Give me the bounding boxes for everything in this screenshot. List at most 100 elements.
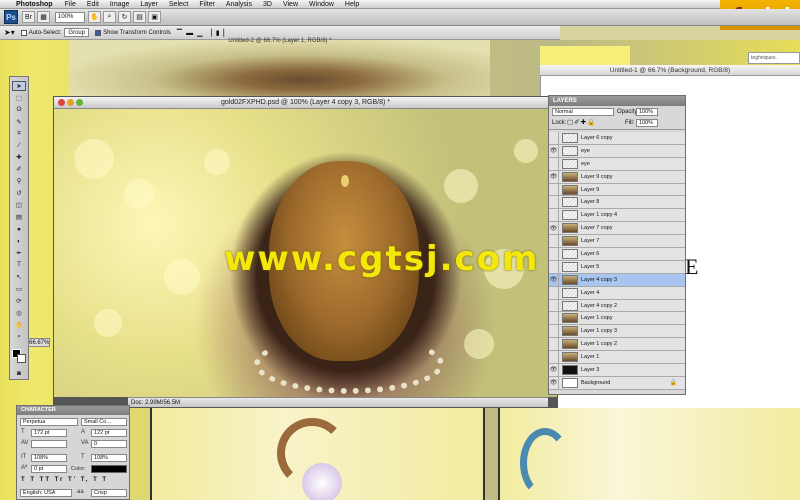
layer-thumbnail[interactable]: [562, 171, 578, 182]
minimize-window-icon[interactable]: [67, 99, 74, 106]
character-panel-tab[interactable]: CHARACTER: [17, 406, 129, 415]
bottom-document-canvas[interactable]: [150, 408, 485, 500]
gradient-tool-icon[interactable]: ▤: [12, 212, 26, 222]
horizontal-scale-field[interactable]: 108%: [91, 454, 127, 462]
layer-row[interactable]: Layer 9: [549, 183, 685, 197]
layer-visibility-eye-icon[interactable]: [549, 286, 559, 299]
layer-row[interactable]: Layer 1 copy 2: [549, 338, 685, 352]
menu-analysis[interactable]: Analysis: [226, 1, 252, 8]
layers-panel-tab[interactable]: LAYERS: [549, 96, 685, 106]
main-document-canvas[interactable]: www.cgtsj.com: [54, 109, 557, 397]
background-color-swatch[interactable]: [17, 353, 26, 363]
leading-field[interactable]: 122 pt: [91, 429, 127, 437]
layer-visibility-eye-icon[interactable]: [549, 235, 559, 248]
blend-mode-select[interactable]: Normal: [552, 108, 614, 116]
zoom-tool-icon[interactable]: ⌕: [103, 11, 116, 23]
layer-visibility-eye-icon[interactable]: 👁: [549, 222, 559, 235]
menu-window[interactable]: Window: [309, 1, 334, 8]
layer-thumbnail[interactable]: [562, 223, 578, 234]
menu-filter[interactable]: Filter: [199, 1, 215, 8]
auto-select-target-select[interactable]: Group: [64, 28, 90, 37]
layer-thumbnail[interactable]: [562, 236, 578, 247]
layer-visibility-eye-icon[interactable]: [549, 209, 559, 222]
language-select[interactable]: English: USA: [20, 489, 72, 497]
arrange-documents-icon[interactable]: ▤: [133, 11, 146, 23]
view-extras-icon[interactable]: ▦: [37, 11, 50, 23]
align-buttons-icon[interactable]: ▔ ▬ ▁ ▕ ▮ ▏: [177, 29, 230, 37]
move-tool-icon[interactable]: ➤: [12, 81, 26, 91]
crop-tool-icon[interactable]: ⌗: [12, 129, 26, 139]
layer-visibility-eye-icon[interactable]: [549, 247, 559, 260]
eraser-tool-icon[interactable]: ◫: [12, 200, 26, 210]
layer-thumbnail[interactable]: [562, 145, 578, 156]
layer-thumbnail[interactable]: [562, 197, 578, 208]
screen-mode-icon[interactable]: ▣: [148, 11, 161, 23]
layer-row[interactable]: Layer 4 copy 2: [549, 299, 685, 313]
lock-icons[interactable]: ▢✐✚🔒: [567, 118, 596, 126]
layer-row[interactable]: 👁 Background 🔒: [549, 376, 685, 390]
document-status-bar[interactable]: Doc: 2.99M/56.5M: [128, 397, 548, 407]
layer-thumbnail[interactable]: [562, 313, 578, 324]
layer-thumbnail[interactable]: [562, 274, 578, 285]
layer-row[interactable]: Layer 1 copy 3: [549, 325, 685, 339]
bottom-document-canvas-2[interactable]: [498, 408, 800, 500]
menu-layer[interactable]: Layer: [140, 1, 158, 8]
layer-thumbnail[interactable]: [562, 158, 578, 169]
layer-thumbnail[interactable]: [562, 261, 578, 272]
layer-thumbnail[interactable]: [562, 132, 578, 143]
dodge-tool-icon[interactable]: ◐: [12, 236, 26, 246]
app-menu[interactable]: Photoshop: [16, 1, 53, 8]
antialias-select[interactable]: Crisp: [91, 489, 127, 497]
close-window-icon[interactable]: [58, 99, 65, 106]
layer-row[interactable]: Layer 8: [549, 196, 685, 210]
layer-visibility-eye-icon[interactable]: 👁: [549, 273, 559, 286]
zoom-tool-box-icon[interactable]: ⌕: [12, 332, 26, 342]
font-style-select[interactable]: Small Co...: [81, 418, 127, 426]
kerning-field[interactable]: [31, 440, 67, 448]
layer-row[interactable]: Layer 5: [549, 260, 685, 274]
zoom-select[interactable]: 100%: [55, 11, 85, 23]
menu-help[interactable]: Help: [345, 1, 359, 8]
rotate-view-icon[interactable]: ↻: [118, 11, 131, 23]
history-brush-tool-icon[interactable]: ↺: [12, 188, 26, 198]
layer-row[interactable]: 👁 Layer 4 copy 3: [549, 273, 685, 287]
layer-thumbnail[interactable]: [562, 184, 578, 195]
layer-thumbnail[interactable]: [562, 287, 578, 298]
zoom-window-icon[interactable]: [76, 99, 83, 106]
healing-brush-tool-icon[interactable]: ✚: [12, 152, 26, 162]
zoom-readout[interactable]: 66.67%: [28, 338, 50, 347]
quick-select-tool-icon[interactable]: ✎: [12, 117, 26, 127]
3d-rotate-tool-icon[interactable]: ⟳: [12, 296, 26, 306]
blur-tool-icon[interactable]: ●: [12, 224, 26, 234]
layer-row[interactable]: Layer 1 copy 4: [549, 209, 685, 223]
menu-edit[interactable]: Edit: [87, 1, 99, 8]
menu-3d[interactable]: 3D: [263, 1, 272, 8]
layer-row[interactable]: eye: [549, 157, 685, 171]
vertical-scale-field[interactable]: 108%: [31, 454, 67, 462]
path-selection-tool-icon[interactable]: ↖: [12, 272, 26, 282]
layer-thumbnail[interactable]: [562, 339, 578, 350]
clone-stamp-tool-icon[interactable]: ⚲: [12, 176, 26, 186]
layer-visibility-eye-icon[interactable]: 👁: [549, 144, 559, 157]
tracking-field[interactable]: 0: [91, 440, 127, 448]
move-tool-preset-icon[interactable]: ➤▾: [4, 28, 15, 37]
layer-thumbnail[interactable]: [562, 326, 578, 337]
layer-thumbnail[interactable]: [562, 300, 578, 311]
marquee-tool-icon[interactable]: ⬚: [12, 93, 26, 103]
layer-visibility-eye-icon[interactable]: [549, 312, 559, 325]
layer-visibility-eye-icon[interactable]: [549, 131, 559, 144]
layer-thumbnail[interactable]: [562, 248, 578, 259]
layer-visibility-eye-icon[interactable]: 👁: [549, 170, 559, 183]
layer-thumbnail[interactable]: [562, 364, 578, 375]
layer-visibility-eye-icon[interactable]: [549, 325, 559, 338]
hand-tool-box-icon[interactable]: ✋: [12, 320, 26, 330]
layer-visibility-eye-icon[interactable]: [549, 196, 559, 209]
menu-image[interactable]: Image: [110, 1, 129, 8]
text-color-swatch[interactable]: [91, 465, 127, 473]
right-document-tab[interactable]: teghniques.: [748, 52, 800, 64]
auto-select-checkbox[interactable]: [20, 29, 27, 36]
menu-select[interactable]: Select: [169, 1, 188, 8]
quick-mask-icon[interactable]: ◙: [12, 368, 26, 378]
type-tool-icon[interactable]: T: [12, 260, 26, 270]
font-family-select[interactable]: Perpetua: [20, 418, 78, 426]
